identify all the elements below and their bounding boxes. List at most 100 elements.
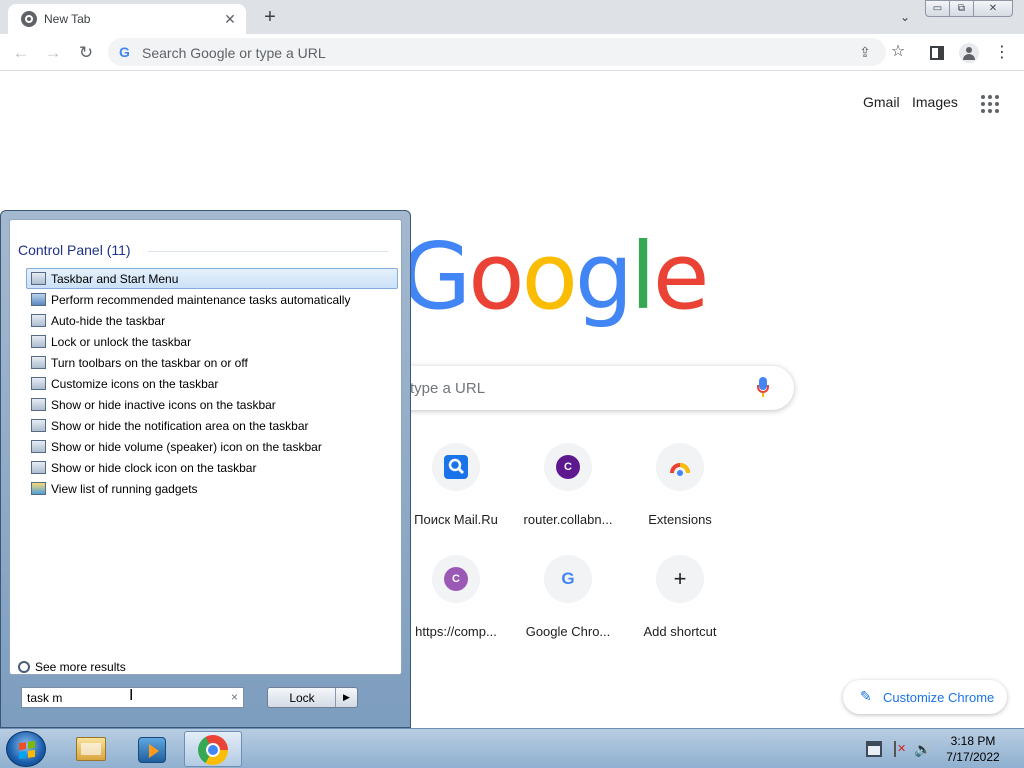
side-panel-button[interactable] (926, 42, 948, 64)
new-tab-button[interactable]: + (258, 5, 282, 29)
shutdown-options-arrow-icon[interactable]: ▶ (335, 688, 357, 707)
gmail-link[interactable]: Gmail (863, 94, 900, 110)
forward-button[interactable]: → (40, 40, 66, 66)
taskbar-app-windows-media-player[interactable] (121, 731, 179, 767)
taskbar-icon (31, 272, 46, 285)
logo-letter: g (574, 223, 633, 330)
result-item[interactable]: Taskbar and Start Menu (26, 268, 398, 289)
lock-button[interactable]: Lock ▶ (267, 687, 358, 708)
shortcut-tile (432, 443, 480, 491)
start-menu-results-pane: Control Panel (11) Taskbar and Start Men… (9, 219, 402, 675)
gadget-icon (31, 482, 46, 495)
shortcut-tile: G (544, 555, 592, 603)
result-item-label: Show or hide the notification area on th… (51, 419, 309, 433)
shortcut-mail-ru[interactable]: Поиск Mail.Ru (400, 443, 512, 527)
result-item[interactable]: Customize icons on the taskbar (26, 373, 398, 394)
result-item-label: Show or hide volume (speaker) icon on th… (51, 440, 322, 454)
window-controls: ▭ ⧉ ✕ (925, 0, 1013, 18)
result-item-label: Customize icons on the taskbar (51, 377, 219, 391)
network-icon[interactable] (866, 741, 882, 757)
taskbar-app-google-chrome[interactable] (184, 731, 242, 767)
bookmark-star-icon[interactable]: ☆ (888, 42, 908, 62)
clock-date: 7/17/2022 (946, 750, 1000, 764)
see-more-results-link[interactable]: See more results (18, 660, 126, 674)
result-item-label: Show or hide inactive icons on the taskb… (51, 398, 276, 412)
taskbar-icon (31, 314, 46, 327)
action-center-flag-icon[interactable] (891, 741, 907, 757)
result-item[interactable]: Auto-hide the taskbar (26, 310, 398, 331)
tab-strip: New Tab ✕ + ⌄ ▭ ⧉ ✕ (0, 0, 1024, 34)
result-item[interactable]: Turn toolbars on the taskbar on or off (26, 352, 398, 373)
restore-button[interactable]: ⧉ (949, 0, 974, 17)
result-item-label: Perform recommended maintenance tasks au… (51, 293, 351, 307)
share-icon[interactable]: ⇪ (855, 42, 875, 62)
tab-search-icon[interactable]: ⌄ (894, 6, 916, 28)
result-item[interactable]: Show or hide volume (speaker) icon on th… (26, 436, 398, 457)
result-item-label: Taskbar and Start Menu (51, 272, 179, 286)
ntp-search-placeholder: type a URL (410, 380, 486, 397)
result-item[interactable]: View list of running gadgets (26, 478, 398, 499)
shortcut-tile: + (656, 555, 704, 603)
maintenance-icon (31, 293, 46, 306)
ntp-search-box[interactable]: type a URL (380, 366, 794, 410)
search-icon (444, 455, 468, 479)
add-shortcut-button[interactable]: + Add shortcut (624, 555, 736, 639)
shortcut-https-comp[interactable]: C https://comp... (400, 555, 512, 639)
shortcut-label: Extensions (648, 512, 712, 527)
volume-icon[interactable]: 🔊 (914, 741, 931, 757)
customize-chrome-button[interactable]: ✎ Customize Chrome (843, 680, 1007, 714)
google-apps-icon[interactable] (981, 95, 999, 113)
media-player-icon (138, 737, 166, 763)
logo-letter: o (468, 223, 524, 330)
side-panel-icon (930, 46, 944, 60)
taskbar-app-windows-explorer[interactable] (60, 731, 118, 767)
back-button[interactable]: ← (8, 40, 34, 66)
result-item[interactable]: Show or hide clock icon on the taskbar (26, 457, 398, 478)
start-button[interactable] (6, 731, 46, 767)
notification-icon (31, 461, 46, 474)
profile-button[interactable] (958, 42, 980, 64)
tab-close-icon[interactable]: ✕ (220, 9, 240, 29)
logo-letter: e (652, 223, 710, 330)
shortcut-tile: C (544, 443, 592, 491)
shortcut-tile: C (432, 555, 480, 603)
shortcut-google-chrome[interactable]: G Google Chro... (512, 555, 624, 639)
result-item-label: Auto-hide the taskbar (51, 314, 166, 328)
voice-search-mic-icon[interactable] (757, 377, 769, 399)
letter-c-icon: C (556, 455, 580, 479)
result-item-label: View list of running gadgets (51, 482, 198, 496)
taskbar-icon (31, 356, 46, 369)
google-logo: Google (400, 222, 710, 332)
result-item[interactable]: Perform recommended maintenance tasks au… (26, 289, 398, 310)
result-item[interactable]: Lock or unlock the taskbar (26, 331, 398, 352)
tab-new-tab[interactable]: New Tab ✕ (8, 4, 246, 34)
minimize-button[interactable]: ▭ (925, 0, 950, 17)
images-link[interactable]: Images (912, 94, 958, 110)
result-item[interactable]: Show or hide inactive icons on the taskb… (26, 394, 398, 415)
magnifier-icon (18, 661, 30, 673)
text-cursor-icon: I (129, 687, 134, 704)
start-search-value: task m (27, 691, 63, 705)
shortcut-label: https://comp... (415, 624, 497, 639)
chrome-menu-icon[interactable]: ⋮ (991, 42, 1013, 64)
result-item[interactable]: Show or hide the notification area on th… (26, 415, 398, 436)
letter-c-icon: C (444, 567, 468, 591)
reload-button[interactable]: ↻ (73, 40, 99, 66)
shortcut-router-collabn[interactable]: C router.collabn... (512, 443, 624, 527)
logo-letter: l (630, 223, 656, 330)
taskbar-icon (31, 335, 46, 348)
start-search-input[interactable]: task m I × (21, 687, 244, 708)
result-list: Taskbar and Start Menu Perform recommende… (26, 268, 398, 499)
system-clock[interactable]: 3:18 PM 7/17/2022 (938, 733, 1008, 765)
omnibox[interactable]: G Search Google or type a URL ⇪ ☆ (108, 38, 905, 66)
notification-icon (31, 398, 46, 411)
pencil-icon: ✎ (860, 688, 872, 704)
shortcut-extensions[interactable]: Extensions (624, 443, 736, 527)
windows-logo-icon (19, 740, 35, 760)
clear-search-icon[interactable]: × (231, 690, 238, 704)
see-more-label: See more results (35, 660, 126, 674)
profile-avatar-icon (959, 43, 979, 63)
google-g-icon: G (561, 569, 575, 588)
chrome-extensions-icon (668, 455, 692, 479)
close-window-button[interactable]: ✕ (973, 0, 1013, 17)
